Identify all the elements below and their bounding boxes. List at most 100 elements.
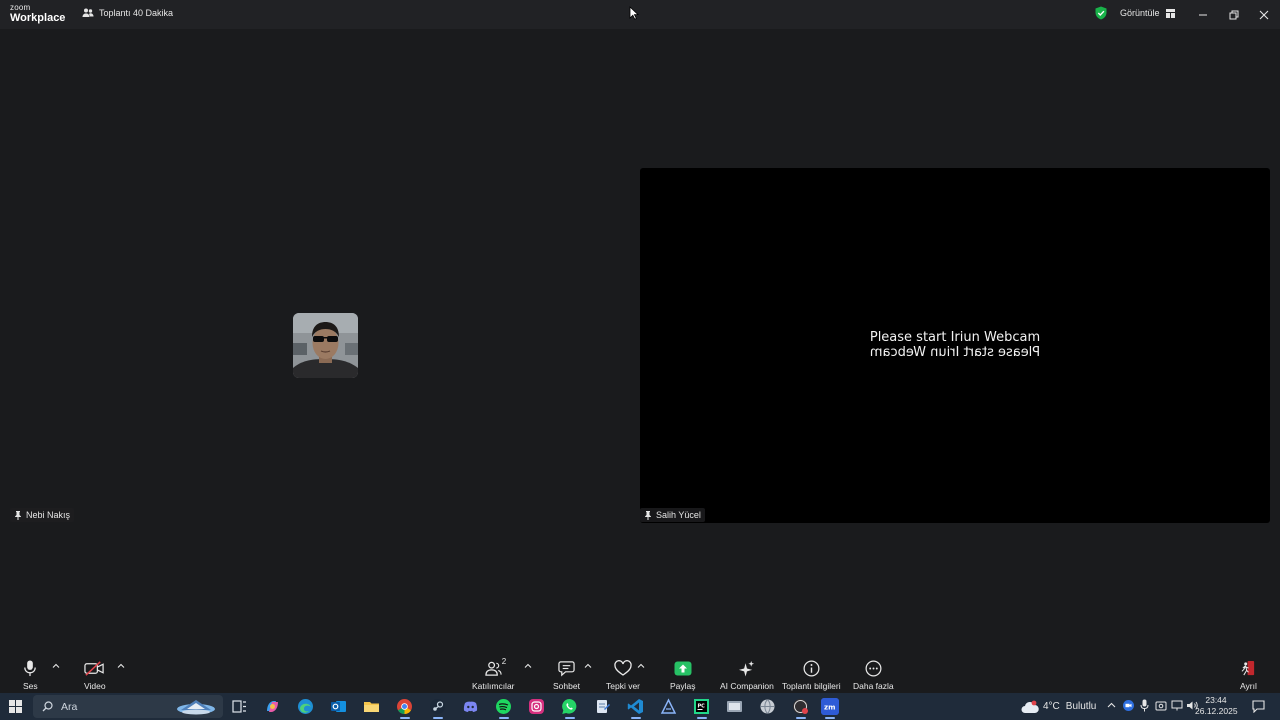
share-button[interactable]: Paylaş <box>670 659 696 691</box>
video-options-caret-icon[interactable] <box>117 663 125 669</box>
name-tag-right: Salih Yücel <box>640 508 705 522</box>
taskbar-clock[interactable]: 23:44 26.12.2025 <box>1195 695 1238 717</box>
sparkle-icon <box>739 660 755 677</box>
view-label: Görüntüle <box>1120 8 1160 18</box>
webcam-message-line1: Please start Iriun Webcam <box>869 330 1041 345</box>
search-highlight-image-icon <box>177 700 215 715</box>
react-options-caret-icon[interactable] <box>637 663 645 669</box>
restore-icon <box>1229 10 1239 19</box>
react-label: Tepki ver <box>606 681 641 691</box>
share-label: Paylaş <box>670 681 696 691</box>
participants-label: Katılımcılar <box>472 681 515 691</box>
file-explorer-icon[interactable] <box>363 698 380 715</box>
view-button[interactable]: Görüntüle <box>1094 6 1175 20</box>
heart-icon <box>614 659 632 676</box>
more-dots-icon <box>865 660 882 676</box>
maximize-button[interactable] <box>1219 0 1249 29</box>
leave-door-icon <box>1241 660 1255 675</box>
zoom-tray-icon[interactable] <box>1123 700 1134 711</box>
obs-running-indicator <box>796 717 806 719</box>
steam-running-indicator <box>433 717 443 719</box>
info-icon <box>803 660 820 676</box>
svg-text:zm: zm <box>824 704 835 712</box>
pin-icon <box>15 510 21 520</box>
security-shield-icon <box>1095 6 1107 20</box>
search-icon <box>42 701 53 712</box>
meeting-toolbar: Ses Video 2 Katılımcılar Sohbet Tepki ve… <box>0 655 1280 693</box>
spotify-icon[interactable] <box>495 698 512 715</box>
clock-time: 23:44 <box>1205 695 1227 705</box>
grid-view-icon <box>1165 8 1175 18</box>
close-button[interactable] <box>1249 0 1279 29</box>
participants-count-badge: 2 <box>501 657 507 666</box>
leave-button[interactable]: Ayrıl <box>1240 659 1257 691</box>
react-button[interactable]: Tepki ver <box>606 659 640 691</box>
search-placeholder: Ara <box>61 700 78 713</box>
meeting-name-button[interactable]: Toplantı 40 Dakika <box>82 7 173 19</box>
whatsapp-running-indicator <box>565 717 575 719</box>
copilot-icon[interactable] <box>264 698 281 715</box>
tray-location-icon[interactable] <box>1155 700 1167 711</box>
network-ethernet-icon[interactable] <box>1171 700 1183 711</box>
zoom-running-indicator <box>825 717 835 719</box>
notification-center-icon[interactable] <box>1252 700 1265 713</box>
instagram-icon[interactable] <box>528 698 545 715</box>
minimize-button[interactable] <box>1188 0 1218 29</box>
audio-options-caret-icon[interactable] <box>52 663 60 669</box>
weather-temp: 4°C <box>1043 701 1060 712</box>
discord-icon[interactable] <box>462 698 479 715</box>
webcam-message-mirrored: Please start Iriun Webcam <box>869 345 1041 360</box>
arduino-ide-icon[interactable] <box>660 698 677 715</box>
windows-taskbar: Ara PC zm 4°C Bulutlu 23:44 26.12.2025 <box>0 693 1280 720</box>
tray-overflow-chevron-icon[interactable] <box>1107 702 1116 708</box>
zoom-logo: zoom Workplace <box>10 4 65 24</box>
weather-widget[interactable]: 4°C Bulutlu <box>1021 693 1096 720</box>
svg-text:PC: PC <box>698 704 706 710</box>
zoom-app-icon[interactable]: zm <box>821 698 839 715</box>
participant-tile-salih[interactable]: Please start Iriun Webcam Please start I… <box>640 168 1270 523</box>
chat-button[interactable]: Sohbet <box>553 659 580 691</box>
participants-icon <box>485 661 502 676</box>
audio-label: Ses <box>23 681 38 691</box>
video-off-icon <box>84 660 105 676</box>
task-view-icon[interactable] <box>231 698 248 715</box>
video-button[interactable]: Video <box>84 659 106 691</box>
vscode-running-indicator <box>631 717 641 719</box>
participant-avatar <box>293 313 358 378</box>
participants-button[interactable]: 2 Katılımcılar <box>472 657 515 691</box>
notepad-icon[interactable] <box>594 698 611 715</box>
clock-date: 26.12.2025 <box>1195 706 1238 716</box>
edge-browser-icon[interactable] <box>297 698 314 715</box>
chrome-browser-icon[interactable] <box>396 698 413 715</box>
windows-start-icon[interactable] <box>9 700 22 713</box>
participant-name-right: Salih Yücel <box>656 510 701 520</box>
outlook-icon[interactable] <box>330 698 347 715</box>
more-label: Daha fazla <box>853 681 894 691</box>
ai-companion-button[interactable]: AI Companion <box>720 659 774 691</box>
pycharm-icon[interactable]: PC <box>693 698 710 715</box>
whatsapp-icon[interactable] <box>561 698 578 715</box>
logo-workplace-text: Workplace <box>10 12 66 24</box>
tray-microphone-icon[interactable] <box>1140 699 1149 712</box>
name-tag-left: Nebi Nakış <box>10 508 75 522</box>
meeting-info-label: Toplantı bilgileri <box>782 681 841 691</box>
meeting-info-button[interactable]: Toplantı bilgileri <box>782 659 841 691</box>
more-button[interactable]: Daha fazla <box>853 659 894 691</box>
virtual-machine-icon[interactable] <box>726 698 743 715</box>
microphone-icon <box>24 659 37 676</box>
app-globe-icon[interactable] <box>759 698 776 715</box>
weather-description: Bulutlu <box>1065 701 1097 712</box>
title-bar: zoom Workplace Toplantı 40 Dakika Görünt… <box>0 0 1280 29</box>
participants-options-caret-icon[interactable] <box>524 663 532 669</box>
taskbar-search-box[interactable]: Ara <box>33 695 223 718</box>
close-icon <box>1259 10 1269 19</box>
meeting-name-label: Toplantı 40 Dakika <box>99 8 174 18</box>
participants-icon <box>82 8 94 17</box>
share-screen-icon <box>674 661 692 675</box>
audio-button[interactable]: Ses <box>23 659 38 691</box>
obs-recording-icon[interactable] <box>792 698 809 715</box>
steam-icon[interactable] <box>429 698 446 715</box>
chat-options-caret-icon[interactable] <box>584 663 592 669</box>
vscode-icon[interactable] <box>627 698 644 715</box>
logo-zoom-text: zoom <box>10 3 31 12</box>
